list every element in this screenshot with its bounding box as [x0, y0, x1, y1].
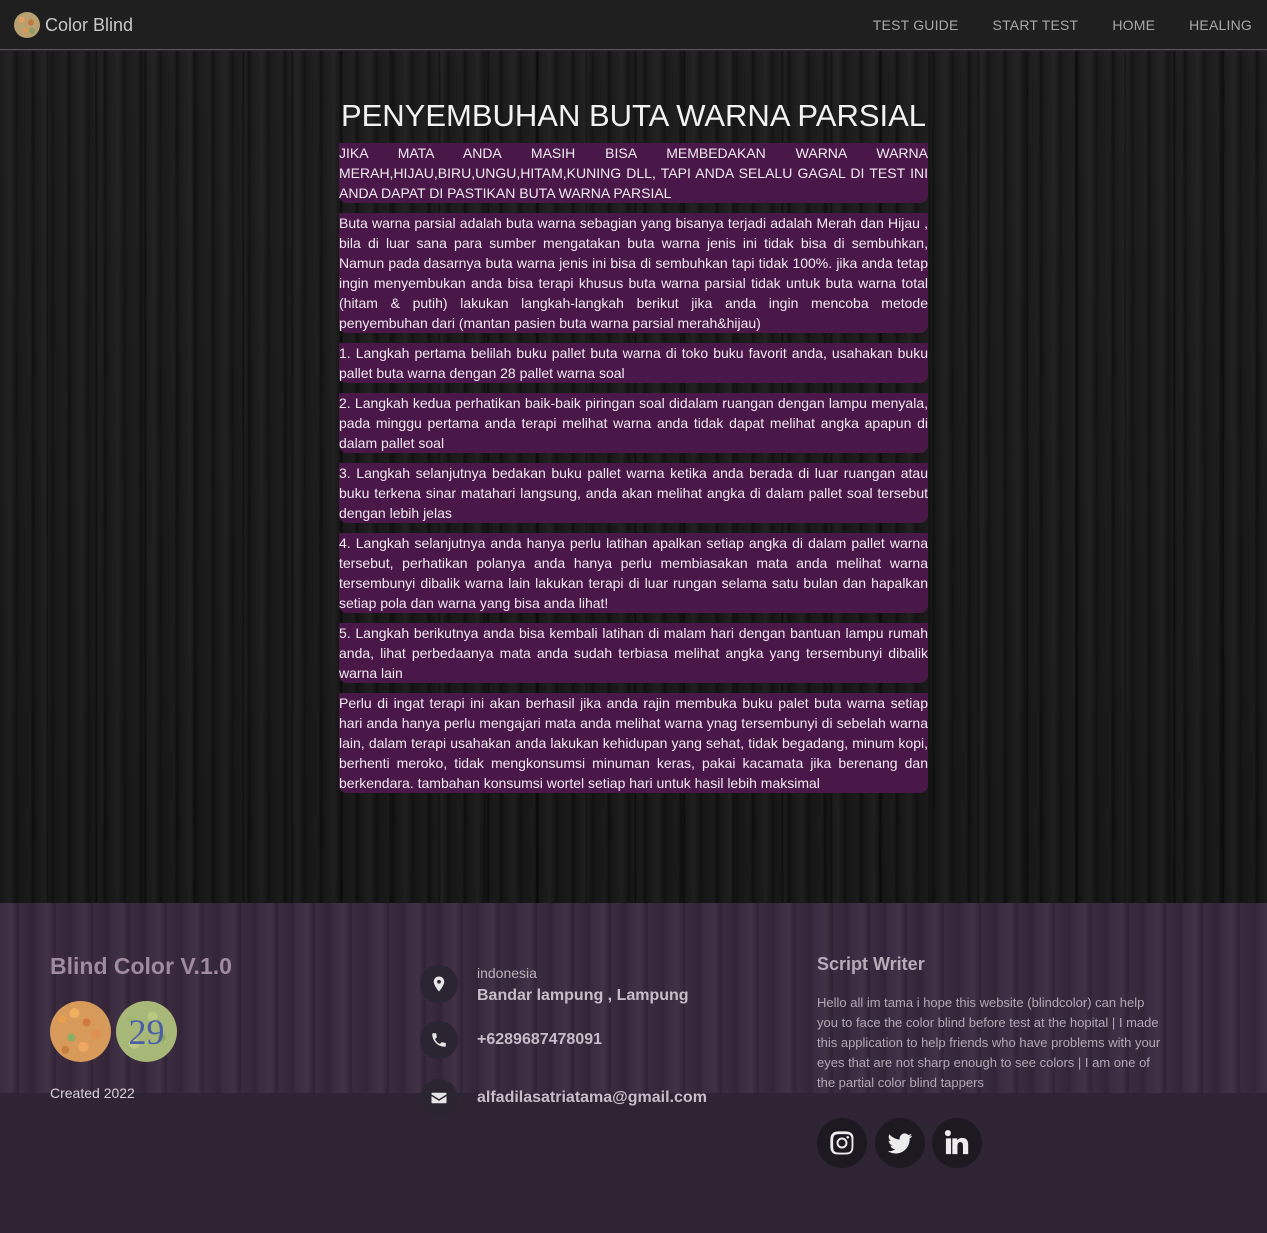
step-3-paragraph: 3. Langkah selanjutnya bedakan buku pall… — [339, 463, 928, 523]
envelope-icon — [420, 1079, 458, 1117]
article-content: JIKA MATA ANDA MASIH BISA MEMBEDAKAN WAR… — [339, 143, 928, 803]
twitter-icon — [887, 1133, 913, 1154]
script-writer-title: Script Writer — [817, 954, 925, 974]
explanation-paragraph: Buta warna parsial adalah buta warna seb… — [339, 213, 928, 333]
intro-paragraph: JIKA MATA ANDA MASIH BISA MEMBEDAKAN WAR… — [339, 143, 928, 203]
step-5-paragraph: 5. Langkah berikutnya anda bisa kembali … — [339, 623, 928, 683]
instagram-icon — [830, 1131, 854, 1155]
navbar: Color Blind TEST GUIDE START TEST HOME H… — [0, 0, 1267, 50]
script-writer-text: Hello all im tama i hope this website (b… — [817, 995, 1161, 1090]
nav-links: TEST GUIDE START TEST HOME HEALING — [873, 0, 1252, 50]
location-city: Bandar lampung , Lampung — [477, 987, 689, 1004]
ishihara-plate-29-image: 29 — [116, 1001, 177, 1062]
step-4-paragraph: 4. Langkah selanjutnya anda hanya perlu … — [339, 533, 928, 613]
email-address[interactable]: alfadilasatriatama@gmail.com — [477, 1089, 707, 1107]
phone-number[interactable]: +6289687478091 — [477, 1031, 602, 1049]
footer-title: Blind Color V.1.0 — [50, 953, 232, 979]
footer: Blind Color V.1.0 29 Created 2022 indone… — [0, 903, 1267, 1233]
plate-number: 29 — [128, 1011, 165, 1052]
step-1-paragraph: 1. Langkah pertama belilah buku pallet b… — [339, 343, 928, 383]
instagram-link[interactable] — [817, 1118, 867, 1168]
map-pin-icon — [420, 965, 458, 1003]
brand-link[interactable]: Color Blind — [14, 12, 133, 38]
linkedin-icon — [944, 1130, 969, 1155]
color-plate-logo-icon — [14, 12, 40, 38]
ishihara-plate-image — [50, 1001, 111, 1062]
brand-name: Color Blind — [45, 14, 134, 35]
nav-link-healing[interactable]: HEALING — [1189, 17, 1252, 33]
step-2-paragraph: 2. Langkah kedua perhatikan baik-baik pi… — [339, 393, 928, 453]
linkedin-link[interactable] — [932, 1118, 982, 1168]
note-paragraph: Perlu di ingat terapi ini akan berhasil … — [339, 693, 928, 793]
nav-link-start-test[interactable]: START TEST — [993, 17, 1079, 33]
created-year: Created 2022 — [50, 1085, 135, 1101]
nav-link-test-guide[interactable]: TEST GUIDE — [873, 17, 959, 33]
nav-link-home[interactable]: HOME — [1112, 17, 1155, 33]
phone-icon — [420, 1021, 458, 1059]
location-country: indonesia — [477, 965, 537, 981]
twitter-link[interactable] — [875, 1118, 925, 1168]
page-title: PENYEMBUHAN BUTA WARNA PARSIAL — [340, 98, 927, 133]
main-content-area: PENYEMBUHAN BUTA WARNA PARSIAL JIKA MATA… — [0, 51, 1267, 903]
